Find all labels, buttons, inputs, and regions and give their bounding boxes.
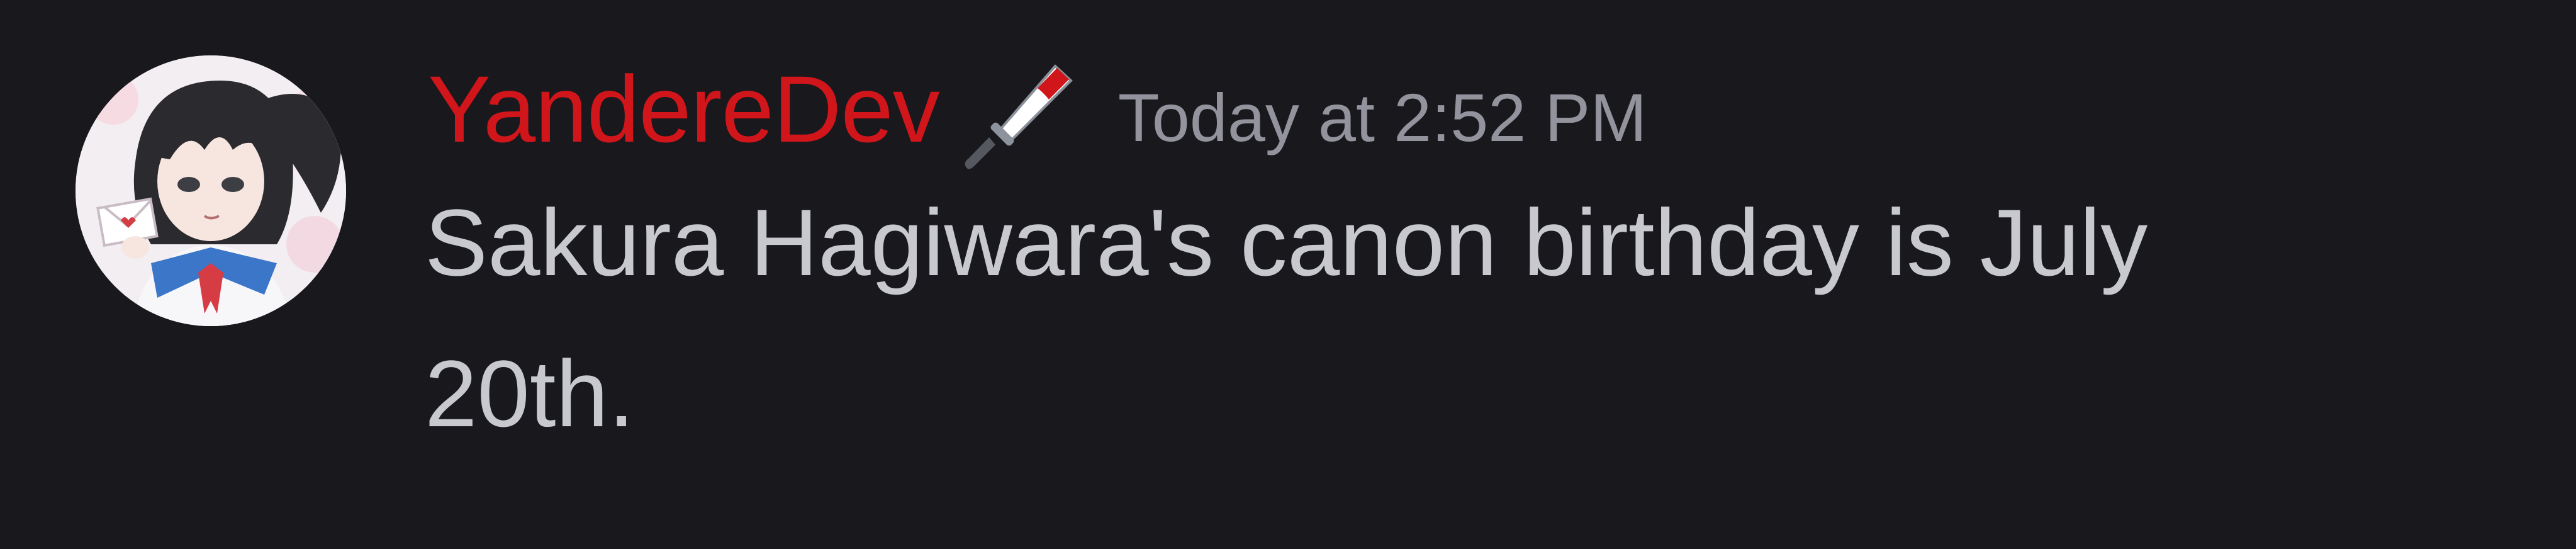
anime-girl-avatar-icon: [76, 55, 346, 326]
author-name[interactable]: YandereDev: [428, 62, 940, 156]
message-text: Sakura Hagiwara's canon birthday is July…: [425, 190, 2148, 446]
message-timestamp[interactable]: Today at 2:52 PM: [1118, 84, 1647, 152]
knife-icon: [961, 57, 1080, 176]
message-header: YandereDev Today at 2:52 PM: [428, 62, 1647, 169]
chat-message: YandereDev Today at 2:52 PM Sakura Hagiw…: [0, 0, 2576, 549]
avatar[interactable]: [76, 55, 346, 326]
